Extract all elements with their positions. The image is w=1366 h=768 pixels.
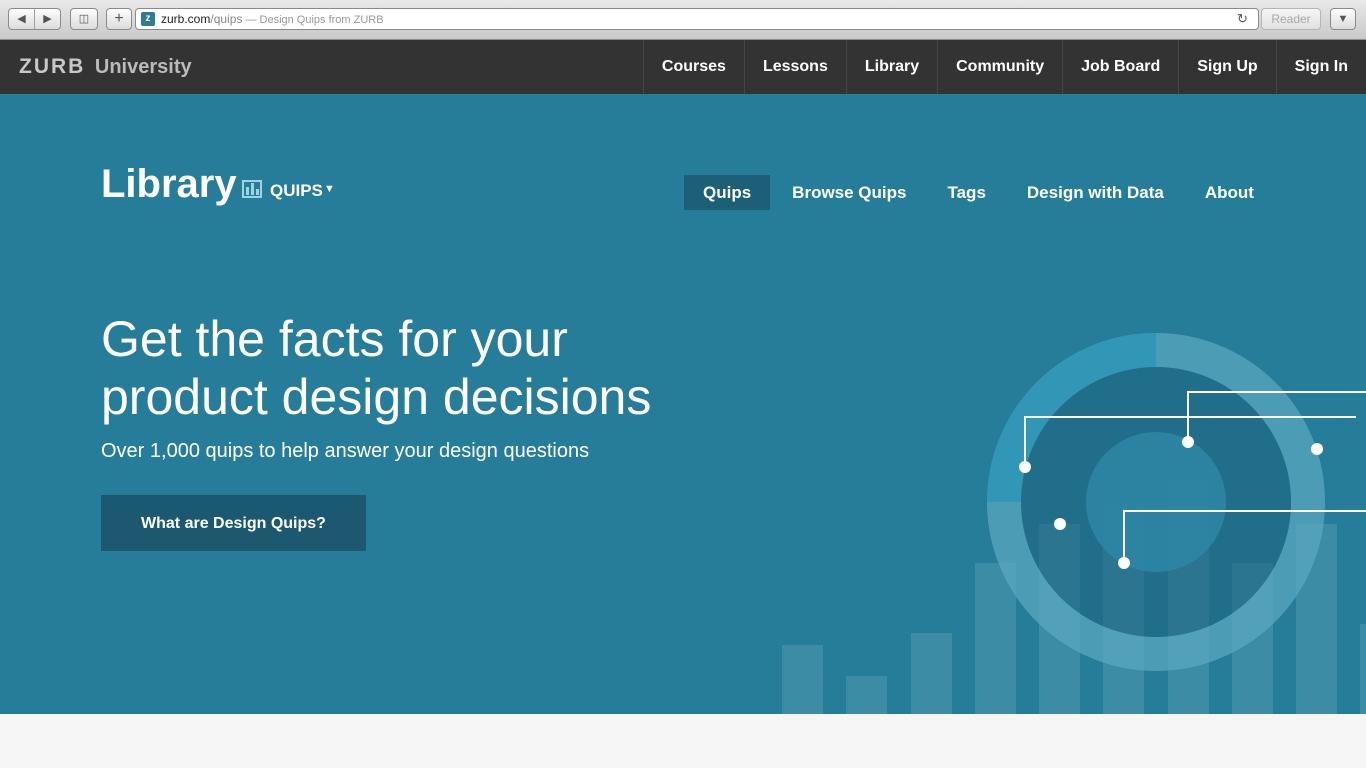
nav-library[interactable]: Library <box>845 40 937 94</box>
address-bar[interactable]: z zurb.com/quips — Design Quips from ZUR… <box>135 8 1259 30</box>
back-arrow-icon[interactable]: ◀ <box>9 9 35 29</box>
headline-line-2: product design decisions <box>101 369 652 425</box>
tab-browse-quips[interactable]: Browse Quips <box>773 175 925 210</box>
downloads-icon[interactable]: ▼ <box>1330 8 1356 30</box>
headline-line-1: Get the facts for your <box>101 311 568 367</box>
zurb-university-logo[interactable]: ZURB University <box>19 55 192 79</box>
page-title: — Design Quips from ZURB <box>242 14 384 26</box>
site-header: ZURB University Courses Lessons Library … <box>0 40 1366 94</box>
reader-button[interactable]: Reader <box>1261 8 1321 30</box>
tab-quips[interactable]: Quips <box>684 175 771 210</box>
what-are-design-quips-button[interactable]: What are Design Quips? <box>101 495 366 551</box>
chevron-down-icon[interactable]: ▼ <box>324 183 335 195</box>
reload-icon[interactable]: ↻ <box>1237 11 1248 27</box>
nav-sign-up[interactable]: Sign Up <box>1178 40 1275 94</box>
logo-product: University <box>94 56 192 78</box>
url-path: /quips <box>210 12 243 26</box>
tab-design-with-data[interactable]: Design with Data <box>1008 175 1183 210</box>
pocket-icon[interactable]: ◫ <box>70 8 98 30</box>
hero-headline: Get the facts for your product design de… <box>101 310 651 426</box>
quips-chart-icon <box>242 180 262 198</box>
forward-arrow-icon[interactable]: ▶ <box>35 9 60 29</box>
browser-toolbar: ◀ ▶ ◫ + z zurb.com/quips — Design Quips … <box>0 0 1366 40</box>
library-subnav: Quips Browse Quips Tags Design with Data… <box>684 175 1276 210</box>
nav-sign-in[interactable]: Sign In <box>1275 40 1366 94</box>
nav-lessons[interactable]: Lessons <box>743 40 846 94</box>
nav-community[interactable]: Community <box>937 40 1062 94</box>
address-text: zurb.com/quips — Design Quips from ZURB <box>161 12 384 26</box>
hero-section: Library QUIPS ▼ Quips Browse Quips Tags … <box>0 94 1366 714</box>
hero-subline: Over 1,000 quips to help answer your des… <box>101 440 590 462</box>
page-content-area <box>0 714 1366 768</box>
url-host: zurb.com <box>161 12 211 26</box>
logo-brand: ZURB <box>19 55 86 78</box>
main-nav: Courses Lessons Library Community Job Bo… <box>642 40 1366 94</box>
tab-about[interactable]: About <box>1186 175 1273 210</box>
library-title[interactable]: Library <box>101 162 237 207</box>
site-favicon-icon: z <box>141 12 155 26</box>
back-forward-buttons[interactable]: ◀ ▶ <box>8 8 61 30</box>
tab-tags[interactable]: Tags <box>928 175 1004 210</box>
quips-section-dropdown[interactable]: QUIPS <box>270 181 323 201</box>
new-tab-plus-icon[interactable]: + <box>106 8 132 30</box>
nav-courses[interactable]: Courses <box>642 40 744 94</box>
nav-job-board[interactable]: Job Board <box>1062 40 1178 94</box>
